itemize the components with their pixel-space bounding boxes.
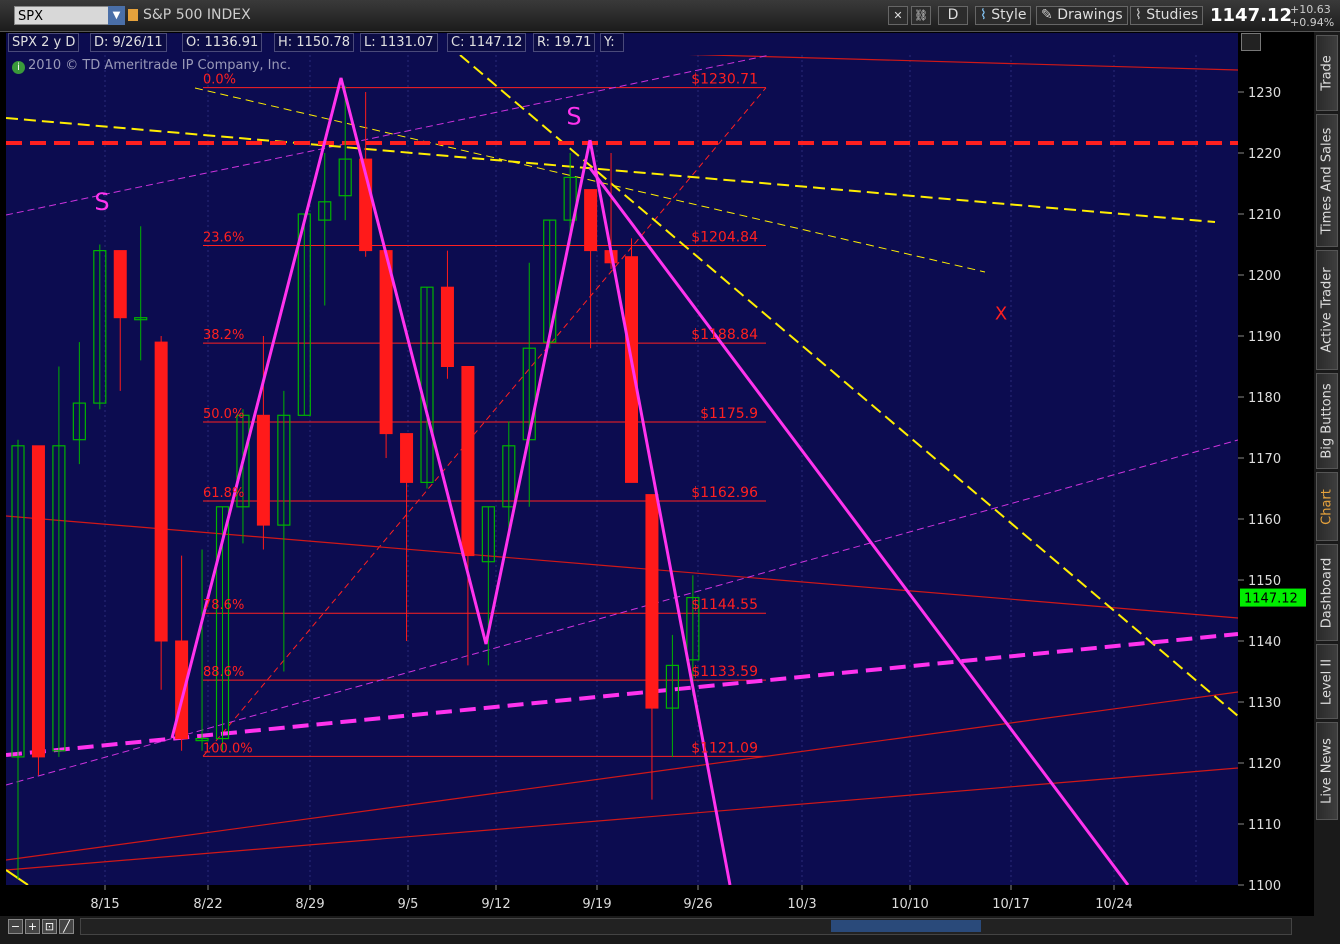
y-tick-label: 1210: [1248, 208, 1281, 223]
x-tick-label: 9/12: [481, 897, 510, 912]
fib-price-label: $1121.09: [691, 740, 758, 756]
fib-percent-label: 88.6%: [203, 665, 244, 680]
fib-percent-label: 0.0%: [203, 73, 236, 88]
x-tick-label: 10/24: [1095, 897, 1132, 912]
fib-price-label: $1188.84: [691, 327, 758, 343]
tab-label: Big Buttons: [1319, 383, 1335, 459]
y-tick-label: 1170: [1248, 452, 1281, 467]
fib-percent-label: 38.2%: [203, 328, 244, 343]
annotation-x: X: [995, 304, 1007, 325]
y-tick-label: 1160: [1248, 513, 1281, 528]
last-price-tag-label: 1147.12: [1244, 592, 1298, 607]
y-tick-label: 1230: [1248, 86, 1281, 101]
tab-times-and-sales[interactable]: Times And Sales: [1316, 114, 1338, 247]
x-tick-label: 8/22: [193, 897, 222, 912]
x-tick-label: 10/17: [992, 897, 1029, 912]
candle-body-down: [461, 366, 475, 557]
y-tick-label: 1130: [1248, 696, 1281, 711]
y-tick-label: 1180: [1248, 391, 1281, 406]
fib-price-label: $1144.55: [691, 597, 758, 613]
candle-body-down: [400, 433, 414, 483]
scrollbar-thumb[interactable]: [831, 920, 981, 932]
candle-body-down: [625, 256, 638, 483]
range-value: R: 19.71: [533, 33, 596, 52]
plot-background: [6, 33, 1238, 885]
tab-live-news[interactable]: Live News: [1316, 722, 1338, 820]
side-tabs: Trade Times And Sales Active Trader Big But…: [1314, 32, 1340, 944]
candle-body-down: [645, 494, 659, 709]
candle-body-down: [256, 414, 270, 526]
y-tick-label: 1100: [1248, 879, 1281, 894]
annotation-s: S: [566, 102, 581, 130]
candle-body-down: [440, 286, 454, 368]
tab-label: Level II: [1319, 658, 1335, 705]
time-scrollbar[interactable]: [80, 918, 1292, 935]
zoom-out-icon[interactable]: −: [8, 919, 23, 934]
price-axis: [1238, 33, 1312, 916]
x-tick-label: 8/29: [295, 897, 324, 912]
open-value: O: 1136.91: [182, 33, 263, 52]
time-axis: [6, 885, 1238, 916]
zoom-in-icon[interactable]: +: [25, 919, 40, 934]
x-tick-label: 10/3: [787, 897, 816, 912]
price-chart[interactable]: 0.0% $1230.71 23.6% $1204.84 38.2% $1188.84 50…: [0, 0, 1340, 944]
fib-price-label: $1230.71: [691, 72, 758, 88]
tab-label: Times And Sales: [1319, 127, 1335, 234]
info-icon[interactable]: i: [12, 61, 25, 74]
y-value: Y:: [600, 33, 624, 52]
tab-active-trader[interactable]: Active Trader: [1316, 250, 1338, 370]
candle-body-down: [113, 250, 127, 319]
fib-price-label: $1175.9: [700, 406, 758, 422]
x-tick-label: 9/26: [683, 897, 712, 912]
copyright-text: 2010 © TD Ameritrade IP Company, Inc.: [28, 58, 292, 73]
axis-settings-icon[interactable]: [1241, 33, 1261, 51]
y-tick-label: 1220: [1248, 147, 1281, 162]
candle-body-down: [154, 341, 168, 642]
tab-label: Dashboard: [1319, 557, 1335, 628]
tab-chart[interactable]: Chart: [1316, 472, 1338, 541]
y-tick-label: 1200: [1248, 269, 1281, 284]
tab-big-buttons[interactable]: Big Buttons: [1316, 373, 1338, 469]
y-tick-label: 1190: [1248, 330, 1281, 345]
chart-title: SPX 2 y D: [8, 33, 80, 52]
info-bar: SPX 2 y D D: 9/26/11 O: 1136.91 H: 1150.…: [6, 33, 1238, 53]
y-tick-label: 1140: [1248, 635, 1281, 650]
candle-body-down: [584, 189, 598, 252]
bar-date: D: 9/26/11: [90, 33, 167, 52]
high-value: H: 1150.78: [274, 33, 355, 52]
x-tick-label: 9/19: [582, 897, 611, 912]
x-tick-label: 8/15: [90, 897, 119, 912]
tab-label: Chart: [1319, 488, 1335, 525]
draw-icon[interactable]: ╱: [59, 919, 74, 934]
y-tick-label: 1120: [1248, 757, 1281, 772]
close-value: C: 1147.12: [447, 33, 527, 52]
candle-body-down: [31, 445, 45, 758]
x-tick-label: 9/5: [398, 897, 419, 912]
tab-level-ii[interactable]: Level II: [1316, 644, 1338, 719]
fib-percent-label: 100.0%: [203, 741, 253, 756]
y-tick-label: 1150: [1248, 574, 1281, 589]
fib-price-label: $1204.84: [691, 229, 758, 245]
candle-body-down: [379, 250, 393, 435]
x-tick-label: 10/10: [891, 897, 928, 912]
tab-dashboard[interactable]: Dashboard: [1316, 544, 1338, 641]
copyright: i 2010 © TD Ameritrade IP Company, Inc.: [12, 58, 291, 74]
fib-percent-label: 78.6%: [203, 598, 244, 613]
fib-price-label: $1162.96: [691, 485, 758, 501]
fib-percent-label: 23.6%: [203, 230, 244, 245]
fib-price-label: $1133.59: [691, 664, 758, 680]
fib-percent-label: 50.0%: [203, 407, 244, 422]
tab-label: Active Trader: [1319, 267, 1335, 353]
y-tick-label: 1110: [1248, 818, 1281, 833]
fib-percent-label: 61.8%: [203, 486, 244, 501]
tab-trade[interactable]: Trade: [1316, 35, 1338, 111]
tab-label: Live News: [1319, 738, 1335, 804]
tab-label: Trade: [1319, 55, 1335, 91]
low-value: L: 1131.07: [360, 33, 438, 52]
fit-icon[interactable]: ⊡: [42, 919, 57, 934]
annotation-s: S: [94, 188, 109, 216]
